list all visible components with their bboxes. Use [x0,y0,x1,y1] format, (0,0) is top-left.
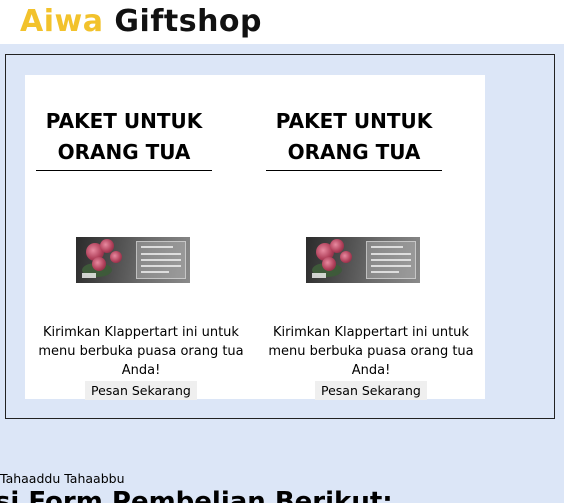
product-title: PAKET UNTUK ORANG TUA [36,106,212,171]
product-cards: PAKET UNTUK ORANG TUA Kirimkan Klapperta… [25,75,485,400]
order-now-button[interactable]: Pesan Sekarang [85,381,197,400]
product-description: Kirimkan Klappertart ini untuk menu berb… [268,325,474,378]
product-image [306,237,420,283]
product-image [76,237,190,283]
order-now-button[interactable]: Pesan Sekarang [315,381,427,400]
product-title: PAKET UNTUK ORANG TUA [266,106,442,171]
product-card: PAKET UNTUK ORANG TUA Kirimkan Klapperta… [255,75,485,400]
logo-text-aiwa: Aiwa [20,4,104,39]
site-logo[interactable]: Aiwa Giftshop [20,2,262,42]
product-card: PAKET UNTUK ORANG TUA Kirimkan Klapperta… [25,75,255,400]
top-bar: Aiwa Giftshop [0,0,564,44]
logo-text-giftshop: Giftshop [114,4,263,39]
product-description: Kirimkan Klappertart ini untuk menu berb… [38,325,244,378]
form-heading-clip: isi Form Pembelian Berikut: [0,487,564,503]
tagline-text: Tahaaddu Tahaabbu [0,471,125,486]
form-heading: isi Form Pembelian Berikut: [0,487,393,503]
